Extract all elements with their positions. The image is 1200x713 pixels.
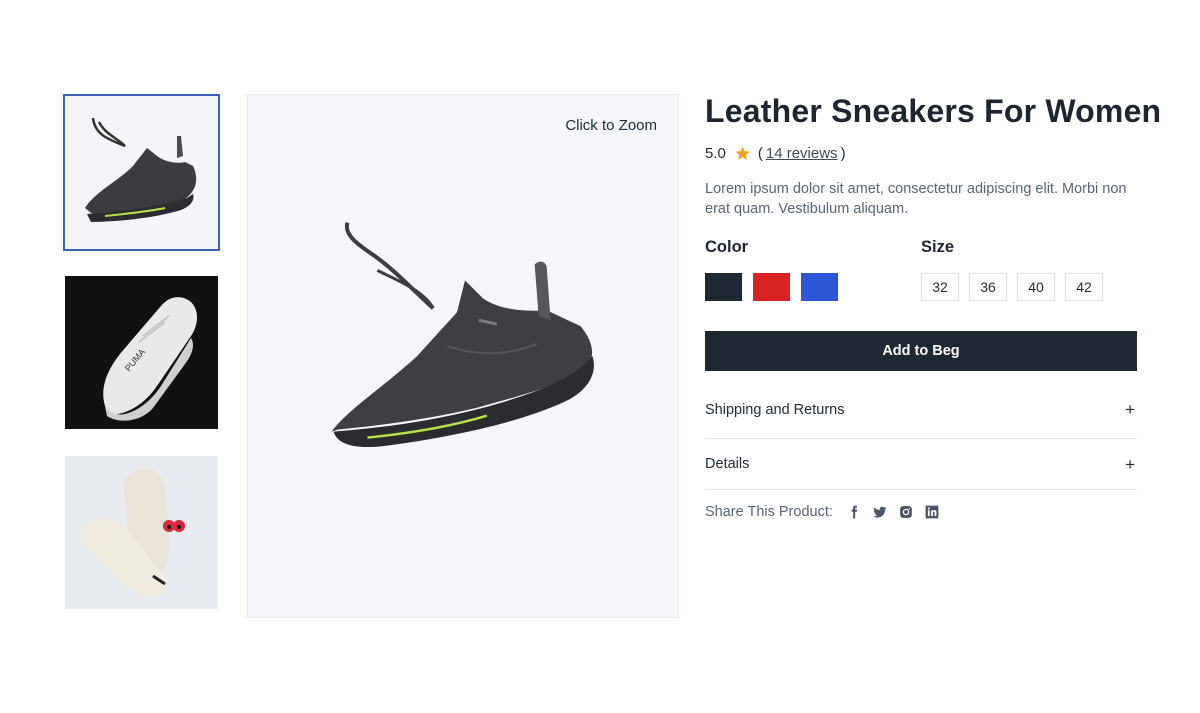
color-swatches: [705, 273, 921, 301]
star-icon: [735, 145, 750, 160]
rating-row: 5.0 (14 reviews): [705, 143, 1137, 163]
product-description: Lorem ipsum dolor sit amet, consectetur …: [705, 181, 1127, 217]
linkedin-icon[interactable]: [925, 505, 939, 519]
accordion: Shipping and Returns + Details +: [705, 381, 1137, 490]
accordion-shipping[interactable]: Shipping and Returns +: [705, 381, 1137, 439]
size-button-32[interactable]: 32: [921, 273, 959, 301]
size-option: Size 32 36 40 42: [921, 238, 1137, 301]
rating-value: 5.0: [705, 144, 726, 162]
reviews-link[interactable]: 14 reviews: [766, 145, 838, 162]
color-swatch-dark[interactable]: [705, 273, 742, 301]
twitter-icon[interactable]: [873, 505, 887, 519]
color-option: Color: [705, 238, 921, 301]
color-swatch-blue[interactable]: [801, 273, 838, 301]
options: Color Size 32 36 40 42: [705, 238, 1137, 301]
share-label: Share This Product:: [705, 504, 833, 520]
product-title: Leather Sneakers For Women: [705, 93, 1162, 129]
reviews-open-paren: (: [757, 144, 763, 162]
reviews: (14 reviews): [758, 145, 846, 162]
accordion-details-label: Details: [705, 456, 750, 472]
thumbnail-3[interactable]: [65, 456, 218, 609]
add-to-bag-button[interactable]: Add to Beg: [705, 331, 1137, 371]
plus-icon: +: [1125, 454, 1135, 474]
canvas-high-top-sneakers-image: [65, 456, 218, 609]
thumbnail-1[interactable]: [65, 96, 218, 249]
instagram-icon[interactable]: [899, 505, 913, 519]
size-button-40[interactable]: 40: [1017, 273, 1055, 301]
color-label: Color: [705, 238, 749, 256]
product-details: Leather Sneakers For Women 5.0 (14 revie…: [705, 93, 1162, 520]
share-row: Share This Product:: [705, 504, 1137, 520]
size-buttons: 32 36 40 42: [921, 273, 1137, 301]
black-running-sneaker-image: [65, 96, 218, 249]
color-swatch-red[interactable]: [753, 273, 790, 301]
thumbnail-2[interactable]: PUMA: [65, 276, 218, 429]
accordion-shipping-label: Shipping and Returns: [705, 401, 845, 418]
black-running-sneaker-image: [248, 95, 678, 617]
white-leather-sneaker-image: PUMA: [65, 276, 218, 429]
size-label: Size: [921, 238, 955, 256]
plus-icon: +: [1125, 400, 1135, 419]
reviews-close-paren: ): [840, 144, 846, 162]
accordion-details[interactable]: Details +: [705, 439, 1137, 490]
main-product-image[interactable]: Click to Zoom: [247, 94, 679, 618]
size-button-36[interactable]: 36: [969, 273, 1007, 301]
facebook-icon[interactable]: [847, 505, 861, 519]
zoom-hint: Click to Zoom: [565, 117, 657, 134]
size-button-42[interactable]: 42: [1065, 273, 1103, 301]
